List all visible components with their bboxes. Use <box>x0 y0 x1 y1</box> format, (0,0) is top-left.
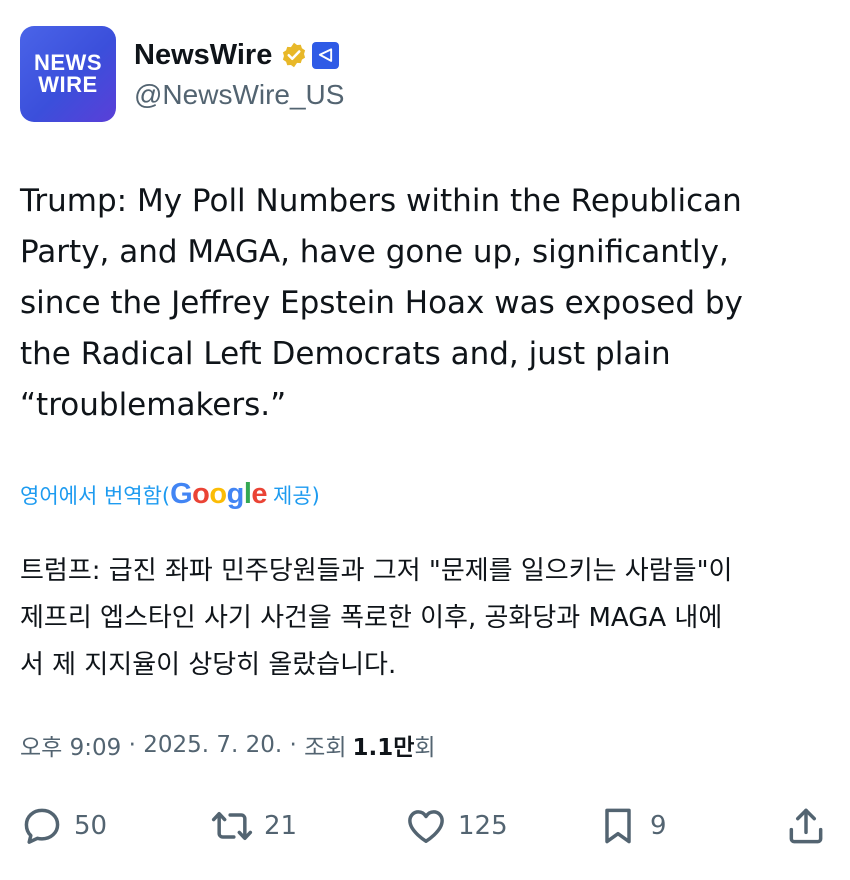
bookmark-count: 9 <box>650 811 667 841</box>
account-names: NewsWire @NewsWire_US <box>134 37 344 111</box>
tweet-text: Trump: My Poll Numbers within the Republ… <box>20 183 743 423</box>
meta-separator: · <box>121 732 144 758</box>
views-count[interactable]: 1.1만 <box>352 728 414 762</box>
reply-button[interactable]: 50 <box>20 798 107 854</box>
retweet-icon <box>211 811 253 841</box>
display-name[interactable]: NewsWire <box>134 39 272 72</box>
like-button[interactable]: 125 <box>404 798 508 854</box>
retweet-count: 21 <box>264 811 298 841</box>
reply-count: 50 <box>74 811 108 841</box>
action-bar: 50 21 125 9 <box>20 798 830 854</box>
translation-attribution[interactable]: 영어에서 번역함( Google 제공) <box>20 478 320 511</box>
avatar-text-line1: NEWS <box>34 50 102 75</box>
reply-icon <box>24 808 60 844</box>
tweet-meta: 오후 9:09 · 2025. 7. 20. · 조회 1.1만 회 <box>20 728 436 762</box>
share-button[interactable] <box>784 798 828 854</box>
meta-separator: · <box>282 732 305 758</box>
tweet-time[interactable]: 오후 9:09 <box>20 728 121 762</box>
affiliate-badge-icon[interactable] <box>312 41 340 69</box>
like-count: 125 <box>458 811 508 841</box>
tweet-header: NEWS WIRE NewsWire @NewsWire_US <box>20 26 344 122</box>
translated-text: 트럼프: 급진 좌파 민주당원들과 그저 "문제를 일으키는 사람들"이 제프리… <box>20 556 733 680</box>
name-row: NewsWire <box>134 37 344 73</box>
bookmark-button[interactable]: 9 <box>596 798 667 854</box>
bookmark-icon <box>605 808 631 844</box>
views-label: 조회 <box>304 735 347 761</box>
avatar[interactable]: NEWS WIRE <box>20 26 116 122</box>
translation-suffix: 제공) <box>273 484 320 508</box>
google-logo: Google <box>170 478 268 510</box>
verified-badge-icon[interactable] <box>280 41 308 69</box>
retweet-button[interactable]: 21 <box>210 798 297 854</box>
account-handle[interactable]: @NewsWire_US <box>134 79 344 111</box>
views-suffix: 회 <box>414 735 436 761</box>
share-icon <box>789 808 823 844</box>
avatar-text-line2: WIRE <box>38 72 98 97</box>
tweet-date[interactable]: 2025. 7. 20. <box>143 732 282 758</box>
heart-icon <box>408 810 444 843</box>
translation-prefix: 영어에서 번역함( <box>20 484 171 508</box>
